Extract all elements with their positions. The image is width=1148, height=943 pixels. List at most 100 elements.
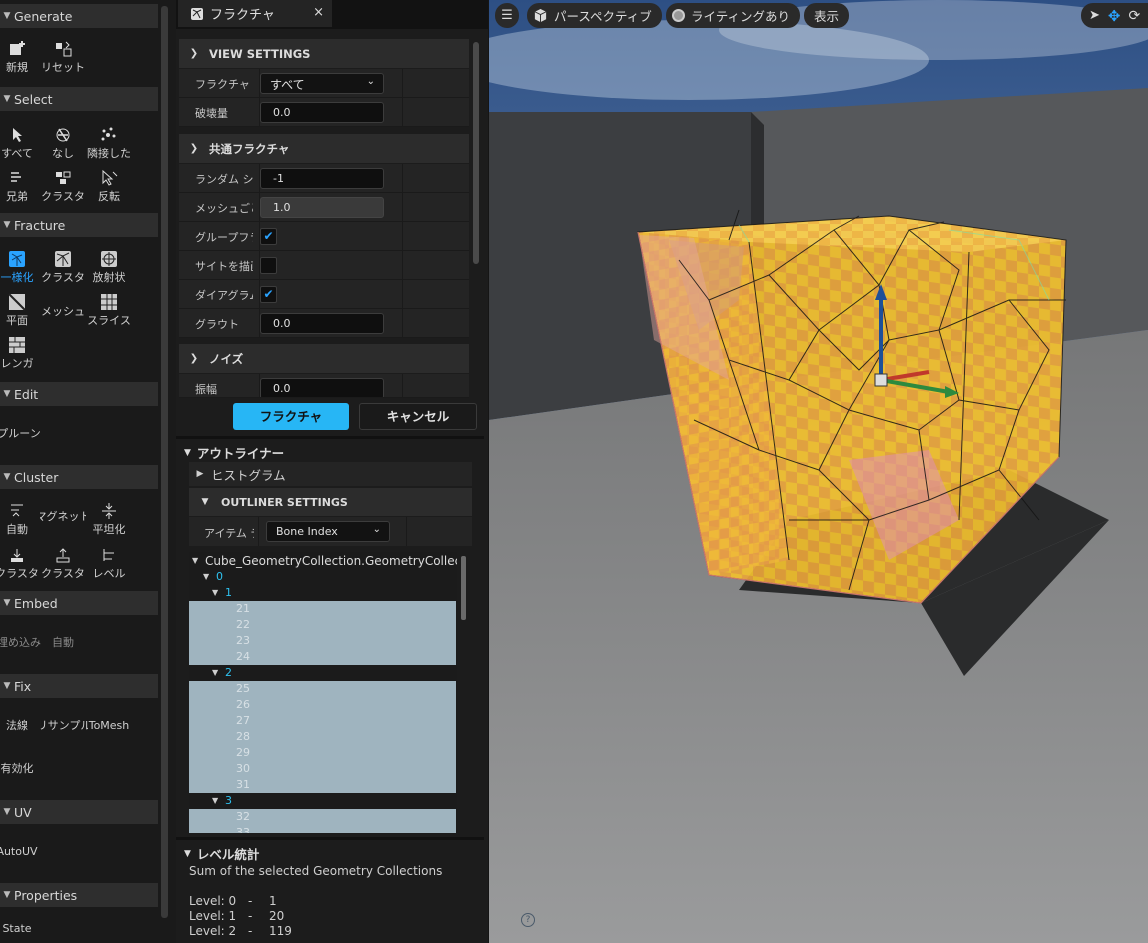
tree-leaf-row[interactable]: 22: [189, 617, 456, 633]
outliner-settings-header[interactable]: ▼ OUTLINER SETTINGS: [189, 488, 472, 516]
tool-select-all[interactable]: すべて: [0, 124, 40, 164]
fracture-button[interactable]: フラクチャ: [233, 403, 349, 430]
noise-header[interactable]: ❯ ノイズ: [179, 344, 469, 373]
tool-select-siblings[interactable]: 兄弟: [0, 167, 40, 207]
common-fracture-header[interactable]: ❯ 共通フラクチャ: [179, 134, 469, 163]
section-properties[interactable]: ▼ Properties: [0, 883, 158, 907]
tree-leaf-row[interactable]: 28: [189, 729, 456, 745]
rotate-icon[interactable]: ⟳: [1128, 8, 1140, 24]
draw-sites-checkbox[interactable]: [260, 257, 277, 274]
splitter[interactable]: [176, 436, 484, 439]
tool-new[interactable]: 新規: [0, 38, 40, 78]
fracture-level-select[interactable]: すべて ⌄: [260, 73, 384, 94]
viewport-scene[interactable]: [489, 0, 1148, 943]
lighting-button[interactable]: ライティングあり: [666, 3, 801, 28]
outliner-header[interactable]: ▼ アウトライナー: [184, 443, 284, 462]
show-button[interactable]: 表示: [804, 3, 850, 28]
tool-reset[interactable]: リセット: [40, 38, 86, 78]
tree-node-row[interactable]: ▼ 3: [189, 793, 456, 809]
section-fix[interactable]: ▼ Fix: [0, 674, 158, 698]
tool-uniform[interactable]: 一様化: [0, 248, 40, 288]
tool-radial[interactable]: 放射状: [86, 248, 132, 288]
tab-fracture[interactable]: フラクチャ ×: [178, 0, 332, 27]
cancel-button[interactable]: キャンセル: [359, 403, 477, 430]
tool-planar[interactable]: 平面: [0, 291, 40, 331]
tree-leaf-row[interactable]: 30: [189, 761, 456, 777]
tool-brick[interactable]: レンガ: [0, 334, 40, 374]
select-mode-icon[interactable]: ➤: [1089, 8, 1100, 23]
level-viewport[interactable]: ☰ パースペクティブ ライティングあり 表示 ➤ ✥ ⟳ ?: [489, 0, 1148, 943]
section-generate[interactable]: ▼ Generate: [0, 4, 158, 28]
tool-auto-cluster[interactable]: 自動: [0, 500, 40, 540]
tree-leaf-row[interactable]: 26: [189, 697, 456, 713]
tool-normals[interactable]: 法線: [0, 705, 40, 745]
view-settings-header[interactable]: ❯ VIEW SETTINGS: [179, 39, 469, 68]
tool-level[interactable]: レベル: [86, 544, 132, 584]
tool-state[interactable]: State: [0, 914, 40, 942]
palette-scrollbar[interactable]: [161, 6, 168, 918]
help-icon[interactable]: ?: [521, 913, 535, 927]
histogram-header[interactable]: ▶ ヒストグラム: [189, 462, 472, 486]
tool-slice[interactable]: スライス: [86, 291, 132, 331]
section-select[interactable]: ▼ Select: [0, 87, 158, 111]
group-fracture-checkbox[interactable]: ✔: [260, 228, 277, 245]
tree-leaf-row[interactable]: 23: [189, 633, 456, 649]
tool-prune[interactable]: プルーン: [0, 413, 46, 453]
row-draw-sites: サイトを描画: [179, 251, 469, 280]
tool-select-neighbors[interactable]: 隣接した: [86, 124, 132, 164]
row-grout: グラウト 0.0: [179, 309, 469, 338]
tree-node-row[interactable]: ▼ 1: [189, 585, 456, 601]
viewport-menu-button[interactable]: ☰: [495, 3, 519, 28]
tool-flatten[interactable]: 平坦化: [86, 500, 132, 540]
tree-leaf-row[interactable]: 32: [189, 809, 456, 825]
section-fracture[interactable]: ▼ Fracture: [0, 213, 158, 237]
section-uv[interactable]: ▼ UV: [0, 800, 158, 824]
tool-select-cluster[interactable]: クラスタ: [40, 167, 86, 207]
tool-autouv[interactable]: AutoUV: [0, 831, 40, 871]
tree-node-row[interactable]: ▼ 2: [189, 665, 456, 681]
tree-leaf-row[interactable]: 24: [189, 649, 456, 665]
tool-magnet[interactable]: マグネット: [40, 496, 86, 536]
tool-resample[interactable]: リサンプル: [40, 705, 88, 745]
tree-leaf-row[interactable]: 33: [189, 825, 456, 833]
auto-cluster-icon: [11, 504, 23, 517]
tool-mesh[interactable]: メッシュ: [40, 291, 86, 331]
tree-node-row[interactable]: ▼ 0: [189, 569, 456, 585]
tool-tomesh[interactable]: ToMesh: [86, 705, 132, 745]
grout-input[interactable]: 0.0: [260, 313, 384, 334]
draw-diagram-checkbox[interactable]: ✔: [260, 286, 277, 303]
cube-icon: [534, 8, 547, 23]
perspective-button[interactable]: パースペクティブ: [527, 3, 662, 28]
tree-root[interactable]: ▼ Cube_GeometryCollection.GeometryCollec…: [189, 553, 457, 569]
outliner-tree[interactable]: ▼ Cube_GeometryCollection.GeometryCollec…: [189, 552, 457, 833]
tree-leaf-row[interactable]: 29: [189, 745, 456, 761]
details-scrollbar[interactable]: [473, 42, 479, 264]
splitter[interactable]: [176, 837, 484, 840]
level-stats-row: Level: 2-119: [189, 924, 292, 938]
tool-cluster[interactable]: クラスタ: [0, 544, 40, 584]
translate-icon[interactable]: ✥: [1108, 7, 1121, 25]
tool-validate[interactable]: 有効化: [0, 748, 40, 788]
level-stats-header[interactable]: ▼ レベル統計: [184, 844, 259, 863]
chevron-down-icon: ❯: [189, 353, 199, 364]
tool-invert[interactable]: 反転: [86, 167, 132, 207]
section-edit[interactable]: ▼ Edit: [0, 382, 158, 406]
select-siblings-icon: [11, 172, 21, 182]
tool-clustered[interactable]: クラスタ: [40, 248, 86, 288]
amplitude-input[interactable]: 0.0: [260, 378, 384, 397]
tool-select-none[interactable]: なし: [40, 124, 86, 164]
section-cluster[interactable]: ▼ Cluster: [0, 465, 158, 489]
chance-per-mesh-input[interactable]: 1.0: [260, 197, 384, 218]
item-text-select[interactable]: Bone Index ⌄: [266, 521, 390, 542]
random-seed-input[interactable]: -1: [260, 168, 384, 189]
close-icon[interactable]: ×: [313, 5, 324, 20]
section-embed[interactable]: ▼ Embed: [0, 591, 158, 615]
tool-uncluster[interactable]: クラスタ: [40, 544, 86, 584]
explode-amount-input[interactable]: 0.0: [260, 102, 384, 123]
tree-leaf-row[interactable]: 25: [189, 681, 456, 697]
tool-embed-auto[interactable]: 自動: [40, 622, 86, 662]
tree-leaf-row[interactable]: 21: [189, 601, 456, 617]
tree-leaf-row[interactable]: 27: [189, 713, 456, 729]
tree-leaf-row[interactable]: 31: [189, 777, 456, 793]
outliner-scrollbar[interactable]: [461, 556, 466, 620]
